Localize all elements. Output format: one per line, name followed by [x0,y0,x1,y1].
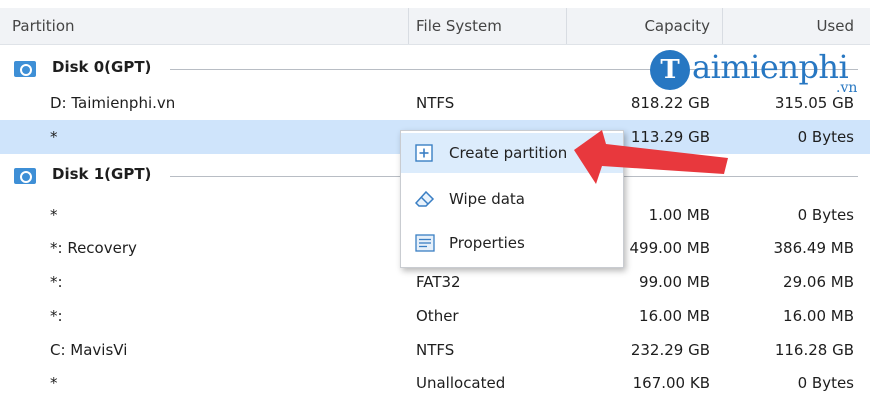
header-capacity[interactable]: Capacity [644,17,710,35]
file-system: Unallocated [416,374,506,392]
capacity: 16.00 MB [639,307,710,325]
properties-icon [415,234,435,252]
used: 29.06 MB [783,273,854,291]
partition-name: * [50,206,58,224]
capacity: 1.00 MB [648,206,710,224]
capacity: 499.00 MB [629,239,711,257]
disk-1-label: Disk 1(GPT) [52,165,152,183]
used: 16.00 MB [783,307,854,325]
disk-icon [14,61,36,77]
capacity: 232.29 GB [630,341,710,359]
capacity: 99.00 MB [639,273,710,291]
used: 0 Bytes [797,206,854,224]
menu-label: Wipe data [449,190,525,208]
table-row[interactable]: * Unallocated 167.00 KB 0 Bytes [0,366,870,400]
menu-label: Properties [449,234,525,252]
used: 0 Bytes [797,128,854,146]
file-system: Other [416,307,459,325]
partition-name: C: MavisVi [50,341,128,359]
table-row[interactable]: *: FAT32 99.00 MB 29.06 MB [0,265,870,299]
partition-name: *: [50,307,63,325]
used: 0 Bytes [797,374,854,392]
menu-label: Create partition [449,144,568,162]
partition-name: D: Taimienphi.vn [50,94,176,112]
red-arrow-annotation [574,130,728,184]
used: 386.49 MB [773,239,855,257]
used: 116.28 GB [774,341,854,359]
logo-letter: T [650,50,690,90]
logo-text: aimienphi [692,48,849,86]
header-used[interactable]: Used [816,17,854,35]
header-partition[interactable]: Partition [12,17,75,35]
table-row[interactable]: *: Other 16.00 MB 16.00 MB [0,299,870,333]
file-system: NTFS [416,94,455,112]
column-divider[interactable] [408,8,409,44]
column-divider[interactable] [722,8,723,44]
file-system: FAT32 [416,273,461,291]
menu-item-properties[interactable]: Properties [401,223,623,263]
partition-name: *: [50,273,63,291]
partition-name: *: Recovery [50,239,137,257]
partition-name: * [50,374,58,392]
capacity: 167.00 KB [632,374,710,392]
column-header: Partition File System Capacity Used [0,8,870,45]
logo-domain: .vn [836,80,858,96]
partition-name: * [50,128,58,146]
taimienphi-logo: T aimienphi .vn [650,46,865,110]
disk-0-label: Disk 0(GPT) [52,58,152,76]
disk-icon [14,168,36,184]
file-system: NTFS [416,341,455,359]
eraser-icon [414,190,435,208]
plus-square-icon [415,144,433,162]
header-file-system[interactable]: File System [416,17,502,35]
column-divider[interactable] [566,8,567,44]
table-row[interactable]: C: MavisVi NTFS 232.29 GB 116.28 GB [0,333,870,367]
